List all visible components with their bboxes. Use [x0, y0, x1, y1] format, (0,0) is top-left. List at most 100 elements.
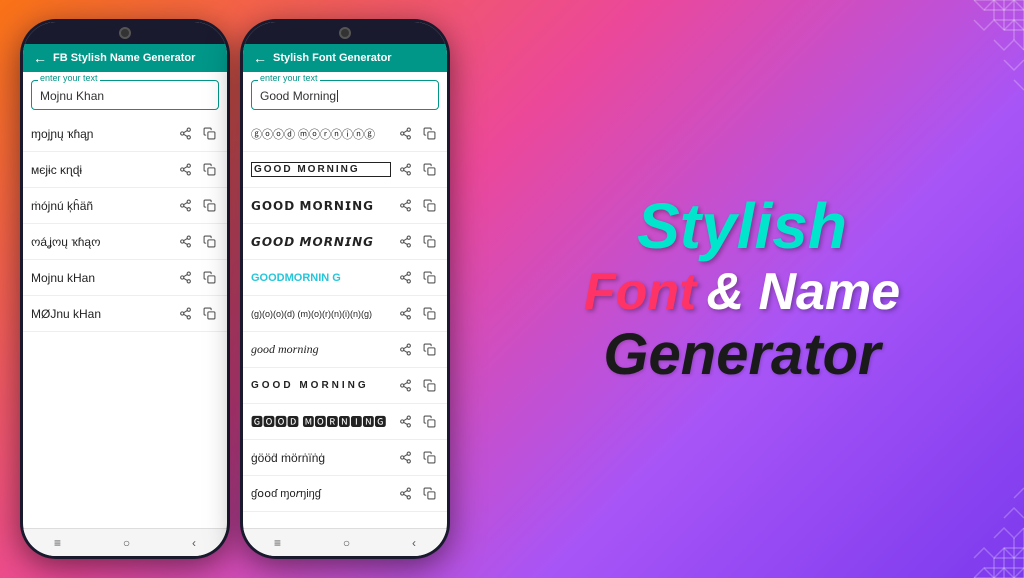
share-button[interactable]: [175, 268, 195, 288]
result-icons: [395, 268, 439, 288]
phone2-header: ← Stylish Font Generator: [243, 44, 447, 72]
phone2-input-label: enter your text: [258, 73, 320, 83]
list-item: ოáʝოų ҡɦąო: [31, 235, 171, 249]
phone2-input-area: enter your text Good Morning: [243, 72, 447, 114]
share-button[interactable]: [395, 376, 415, 396]
table-row: мєjɨc ĸɳɖɨ: [23, 152, 227, 188]
table-row: GOOD MORNING: [243, 152, 447, 188]
result-icons: [175, 160, 219, 180]
phone1-input-wrapper[interactable]: enter your text Mojnu Khan: [31, 80, 219, 110]
phone1-header: ← FB Stylish Name Generator: [23, 44, 227, 72]
list-item: ġööḋ ṁörṅïṅġ: [251, 451, 391, 465]
headline-area: Stylish Font & Name Generator: [460, 174, 1024, 404]
share-button[interactable]: [175, 160, 195, 180]
table-row: ⓖⓞⓞⓓ ⓜⓞⓡⓝⓘⓝⓖ: [243, 116, 447, 152]
copy-button[interactable]: [419, 160, 439, 180]
share-button[interactable]: [175, 232, 195, 252]
phone1-title: FB Stylish Name Generator: [53, 52, 195, 64]
result-icons: [175, 124, 219, 144]
share-button[interactable]: [395, 232, 415, 252]
result-icons: [395, 340, 439, 360]
copy-button[interactable]: [419, 124, 439, 144]
result-icons: [395, 304, 439, 324]
result-icons: [395, 376, 439, 396]
copy-button[interactable]: [419, 484, 439, 504]
headline-stylish: Stylish: [637, 194, 847, 258]
result-icons: [395, 160, 439, 180]
share-button[interactable]: [395, 484, 415, 504]
copy-button[interactable]: [419, 232, 439, 252]
phone2-results-list: ⓖⓞⓞⓓ ⓜⓞⓡⓝⓘⓝⓖ GOOD MORNING: [243, 114, 447, 528]
copy-button[interactable]: [199, 268, 219, 288]
share-button[interactable]: [395, 160, 415, 180]
copy-button[interactable]: [419, 448, 439, 468]
result-icons: [175, 196, 219, 216]
phone1-nav-home[interactable]: ○: [123, 536, 130, 550]
cursor: [337, 90, 338, 102]
headline-font: Font: [584, 266, 697, 318]
share-button[interactable]: [395, 268, 415, 288]
table-row: ოáʝოų ҡɦąო: [23, 224, 227, 260]
result-icons: [395, 232, 439, 252]
copy-button[interactable]: [419, 412, 439, 432]
phone2-nav-menu[interactable]: ≡: [274, 536, 281, 550]
phone2-top-bar: [243, 22, 447, 44]
share-button[interactable]: [395, 448, 415, 468]
share-button[interactable]: [175, 304, 195, 324]
phone2: ← Stylish Font Generator enter your text…: [240, 19, 450, 559]
table-row: GOOD MORNING: [243, 368, 447, 404]
share-button[interactable]: [395, 340, 415, 360]
phone2-nav-home[interactable]: ○: [343, 536, 350, 550]
share-button[interactable]: [395, 304, 415, 324]
phone1-nav-back[interactable]: ‹: [192, 536, 196, 550]
share-button[interactable]: [175, 124, 195, 144]
table-row: GOODMORNIN G: [243, 260, 447, 296]
result-icons: [395, 484, 439, 504]
copy-button[interactable]: [419, 304, 439, 324]
phone1-back-icon[interactable]: ←: [33, 50, 47, 66]
phone1: ← FB Stylish Name Generator enter your t…: [20, 19, 230, 559]
copy-button[interactable]: [419, 196, 439, 216]
share-button[interactable]: [395, 124, 415, 144]
phone2-nav-back[interactable]: ‹: [412, 536, 416, 550]
list-item: 𝗚𝗢𝗢𝗗 𝗠𝗢𝗥𝗡𝗜𝗡𝗚: [251, 199, 391, 213]
table-row: ɱojɲų ҡɦąɲ: [23, 116, 227, 152]
copy-button[interactable]: [419, 268, 439, 288]
headline-generator: Generator: [603, 322, 880, 387]
copy-button[interactable]: [199, 124, 219, 144]
list-item: ɱojɲų ҡɦąɲ: [31, 127, 171, 141]
phone1-results-list: ɱojɲų ҡɦąɲ мєjɨc ĸɳɖɨ: [23, 114, 227, 528]
phone1-top-bar: [23, 22, 227, 44]
phone2-input-value[interactable]: Good Morning: [260, 89, 336, 103]
phone1-nav-menu[interactable]: ≡: [54, 536, 61, 550]
share-button[interactable]: [395, 412, 415, 432]
list-item: GOOD MORNING: [251, 380, 391, 391]
copy-button[interactable]: [199, 304, 219, 324]
phone2-title: Stylish Font Generator: [273, 52, 392, 64]
list-item: ⓖⓞⓞⓓ ⓜⓞⓡⓝⓘⓝⓖ: [251, 126, 391, 142]
copy-button[interactable]: [199, 160, 219, 180]
copy-button[interactable]: [419, 376, 439, 396]
share-button[interactable]: [175, 196, 195, 216]
table-row: ġööḋ ṁörṅïṅġ: [243, 440, 447, 476]
list-item: 🅶🅾🅾🅳 🅼🅾🆁🅽🅸🅽🅶: [251, 413, 391, 430]
copy-button[interactable]: [199, 232, 219, 252]
phone2-back-icon[interactable]: ←: [253, 50, 267, 66]
copy-button[interactable]: [199, 196, 219, 216]
camera-notch-2: [339, 27, 351, 39]
headline-amp-name: & Name: [706, 266, 900, 318]
result-icons: [395, 448, 439, 468]
table-row: 🅶🅾🅾🅳 🅼🅾🆁🅽🅸🅽🅶: [243, 404, 447, 440]
phones-area: ← FB Stylish Name Generator enter your t…: [0, 0, 460, 578]
phone1-input-label: enter your text: [38, 73, 100, 83]
phone1-input-area: enter your text Mojnu Khan: [23, 72, 227, 114]
table-row: (g)(o)(o)(d) (m)(o)(r)(n)(i)(n)(g): [243, 296, 447, 332]
phone1-input-value[interactable]: Mojnu Khan: [40, 89, 104, 103]
list-item: Mojnu kHan: [31, 271, 171, 285]
result-icons: [395, 412, 439, 432]
list-item: good morning: [251, 342, 391, 357]
share-button[interactable]: [395, 196, 415, 216]
table-row: ɠ໐໐ɗ ɱo𝘳ŋiŋɠ: [243, 476, 447, 512]
phone2-input-wrapper[interactable]: enter your text Good Morning: [251, 80, 439, 110]
copy-button[interactable]: [419, 340, 439, 360]
